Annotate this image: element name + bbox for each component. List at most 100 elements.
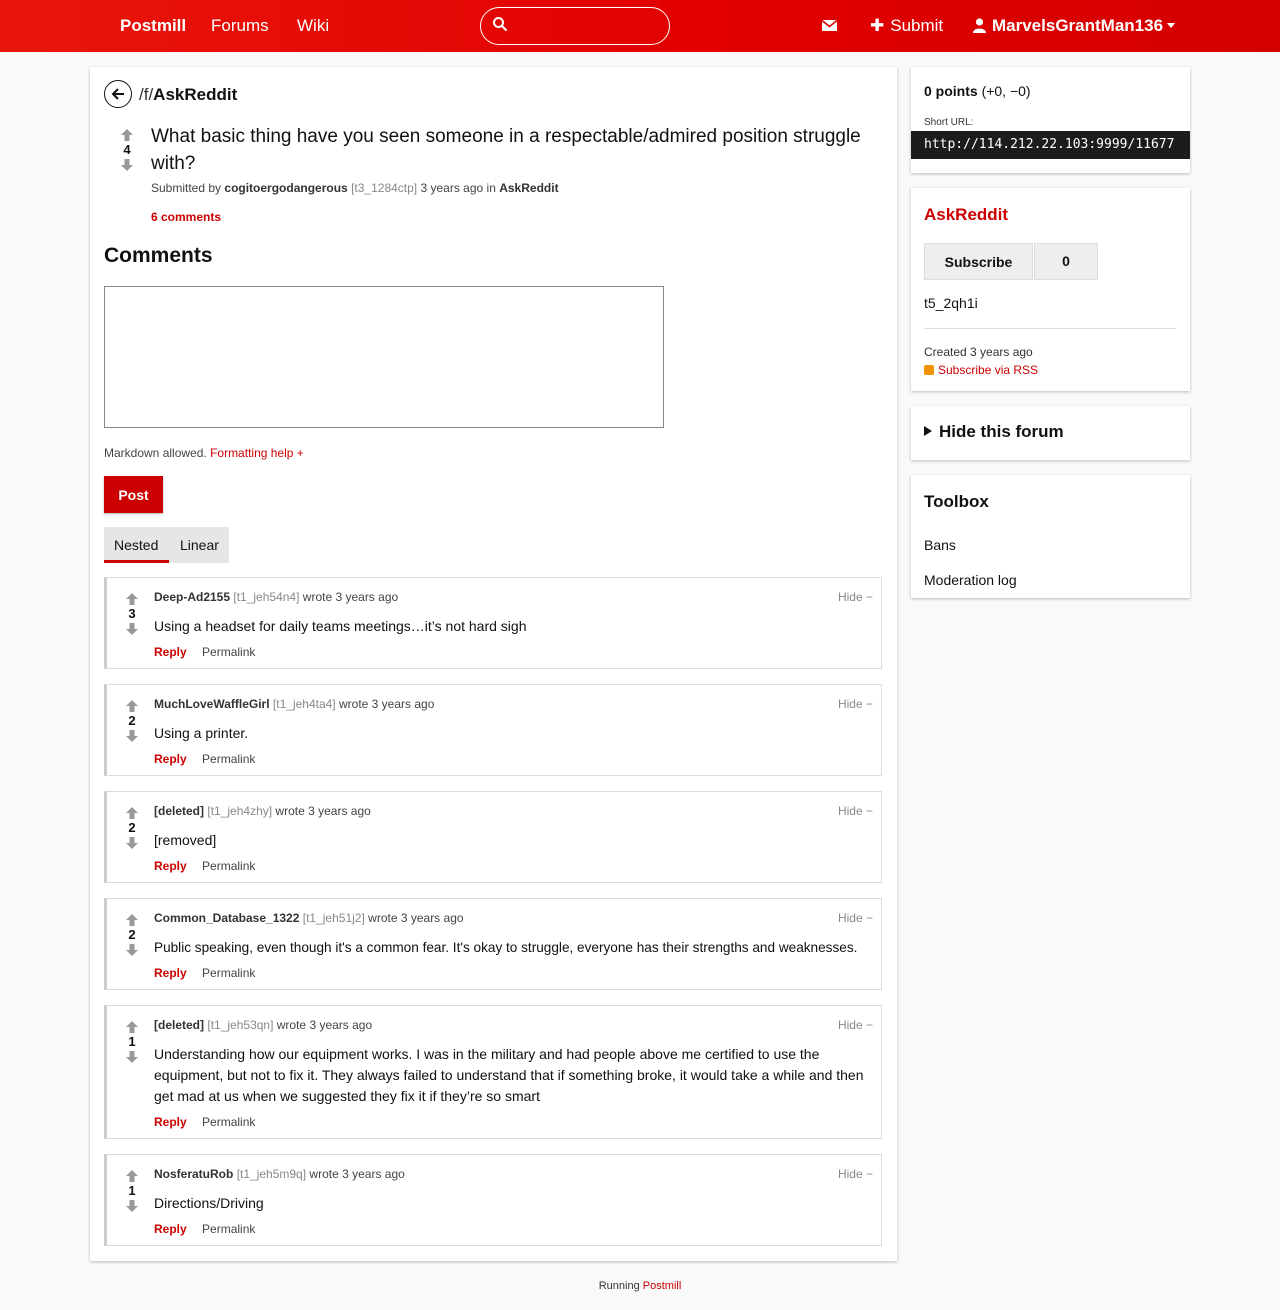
markdown-note: Markdown allowed. Formatting help +: [104, 446, 304, 460]
comment-time: wrote 3 years ago: [309, 1167, 405, 1181]
post-title[interactable]: What basic thing have you seen someone i…: [151, 123, 871, 177]
permalink-link[interactable]: Permalink: [202, 859, 255, 873]
downvote-icon[interactable]: [125, 729, 139, 743]
user-icon: [973, 18, 986, 33]
post-forum-link[interactable]: AskReddit: [499, 181, 558, 195]
upvote-icon[interactable]: [125, 806, 139, 820]
comment-textarea[interactable]: [104, 286, 664, 428]
comment-author-link[interactable]: [deleted]: [154, 804, 204, 818]
downvote-icon[interactable]: [125, 622, 139, 636]
username: MarvelsGrantMan136: [992, 16, 1164, 35]
permalink-link[interactable]: Permalink: [202, 1222, 255, 1236]
sidebar-forum-title[interactable]: AskReddit: [924, 205, 1008, 225]
toolbox-bans-link[interactable]: Bans: [924, 537, 956, 553]
nav-wiki-link[interactable]: Wiki: [297, 16, 329, 36]
tab-nested[interactable]: Nested: [114, 537, 158, 553]
reply-link[interactable]: Reply: [154, 1115, 187, 1129]
post-comment-button[interactable]: Post: [104, 476, 163, 513]
comment-actions: Reply Permalink: [154, 1222, 255, 1236]
comments-count-link[interactable]: 6 comments: [151, 210, 221, 224]
comment-body: Understanding how our equipment works. I…: [154, 1046, 864, 1104]
upvote-icon[interactable]: [125, 592, 139, 606]
post-id: [t3_1284ctp]: [351, 181, 418, 195]
permalink-link[interactable]: Permalink: [202, 752, 255, 766]
comment-body: Using a headset for daily teams meetings…: [154, 618, 527, 634]
comment-author-link[interactable]: Deep-Ad2155: [154, 590, 230, 604]
brand-link[interactable]: Postmill: [120, 16, 186, 36]
reply-link[interactable]: Reply: [154, 752, 187, 766]
comment-actions: Reply Permalink: [154, 1115, 255, 1129]
top-navbar: Postmill Forums Wiki ✚ Submit MarvelsGran…: [0, 0, 1280, 52]
reply-link[interactable]: Reply: [154, 859, 187, 873]
toolbox-title: Toolbox: [924, 492, 989, 511]
tab-linear[interactable]: Linear: [180, 537, 219, 553]
upvote-icon[interactable]: [125, 1169, 139, 1183]
forum-link[interactable]: AskReddit: [153, 85, 237, 104]
user-menu[interactable]: MarvelsGrantMan136: [973, 16, 1176, 36]
hide-comment-button[interactable]: Hide −: [838, 911, 873, 925]
hide-comment-button[interactable]: Hide −: [838, 804, 873, 818]
post-meta: Submitted by cogitoergodangerous [t3_128…: [151, 181, 559, 195]
post-author-link[interactable]: cogitoergodangerous: [224, 181, 347, 195]
downvote-icon[interactable]: [125, 1050, 139, 1064]
comment-author-link[interactable]: Common_Database_1322: [154, 911, 299, 925]
hide-comment-button[interactable]: Hide −: [838, 1018, 873, 1032]
comment-author-link[interactable]: NosferatuRob: [154, 1167, 233, 1181]
rss-link[interactable]: Subscribe via RSS: [924, 363, 1038, 377]
post-score: 4: [123, 142, 131, 157]
permalink-link[interactable]: Permalink: [202, 1115, 255, 1129]
toolbox-modlog-link[interactable]: Moderation log: [924, 572, 1017, 588]
comments-heading: Comments: [104, 244, 213, 267]
hide-forum-box: Hide this forum: [911, 406, 1190, 460]
markdown-label: Markdown allowed.: [104, 446, 207, 460]
comment-vote: 2: [123, 913, 141, 957]
downvote-icon[interactable]: [120, 158, 134, 172]
reply-link[interactable]: Reply: [154, 966, 187, 980]
comment-vote: 3: [123, 592, 141, 636]
post-info-box: 0 points (+0, −0) Short URL: http://114.…: [911, 67, 1190, 173]
comment-author-link[interactable]: [deleted]: [154, 1018, 204, 1032]
comment-score: 1: [128, 1183, 136, 1198]
formatting-help-link[interactable]: Formatting help +: [210, 446, 304, 460]
post-vote: 4: [118, 128, 136, 172]
comment-meta: Common_Database_1322 [t1_jeh51j2] wrote …: [154, 911, 464, 925]
back-button[interactable]: [104, 80, 132, 108]
comment-score: 2: [128, 713, 136, 728]
downvote-icon[interactable]: [125, 943, 139, 957]
hide-forum-toggle[interactable]: Hide this forum: [924, 422, 1064, 442]
forum-info-box: AskReddit Subscribe 0 t5_2qh1i Created 3…: [911, 188, 1190, 391]
comment-meta: [deleted] [t1_jeh4zhy] wrote 3 years ago: [154, 804, 371, 818]
permalink-link[interactable]: Permalink: [202, 966, 255, 980]
chevron-down-icon: [1167, 23, 1176, 28]
downvote-icon[interactable]: [125, 1199, 139, 1213]
reply-link[interactable]: Reply: [154, 645, 187, 659]
comment-author-link[interactable]: MuchLoveWaffleGirl: [154, 697, 270, 711]
search-input[interactable]: [515, 14, 660, 38]
subscriber-count: 0: [1034, 243, 1098, 280]
triangle-right-icon: [924, 426, 932, 436]
subscribe-button[interactable]: Subscribe: [924, 243, 1033, 280]
comment: 2 MuchLoveWaffleGirl [t1_jeh4ta4] wrote …: [104, 684, 882, 776]
toolbox-box: Toolbox Bans Moderation log: [911, 475, 1190, 598]
mail-icon[interactable]: [821, 17, 838, 34]
comment: 1 NosferatuRob [t1_jeh5m9q] wrote 3 year…: [104, 1154, 882, 1246]
upvote-icon[interactable]: [125, 699, 139, 713]
short-url-value[interactable]: http://114.212.22.103:9999/11677: [911, 131, 1190, 159]
permalink-link[interactable]: Permalink: [202, 645, 255, 659]
footer-postmill-link[interactable]: Postmill: [643, 1280, 682, 1292]
downvote-icon[interactable]: [125, 836, 139, 850]
plus-icon: ✚: [870, 16, 885, 35]
nav-forums-link[interactable]: Forums: [211, 16, 269, 36]
upvote-icon[interactable]: [125, 913, 139, 927]
submit-link[interactable]: ✚ Submit: [870, 16, 943, 36]
hide-comment-button[interactable]: Hide −: [838, 697, 873, 711]
upvote-icon[interactable]: [120, 128, 134, 142]
forum-prefix: /f/: [139, 85, 154, 104]
comment-actions: Reply Permalink: [154, 752, 255, 766]
upvote-icon[interactable]: [125, 1020, 139, 1034]
hide-comment-button[interactable]: Hide −: [838, 1167, 873, 1181]
forum-breadcrumb: /f/AskReddit: [139, 85, 237, 105]
comment-meta: [deleted] [t1_jeh53qn] wrote 3 years ago: [154, 1018, 372, 1032]
reply-link[interactable]: Reply: [154, 1222, 187, 1236]
hide-comment-button[interactable]: Hide −: [838, 590, 873, 604]
